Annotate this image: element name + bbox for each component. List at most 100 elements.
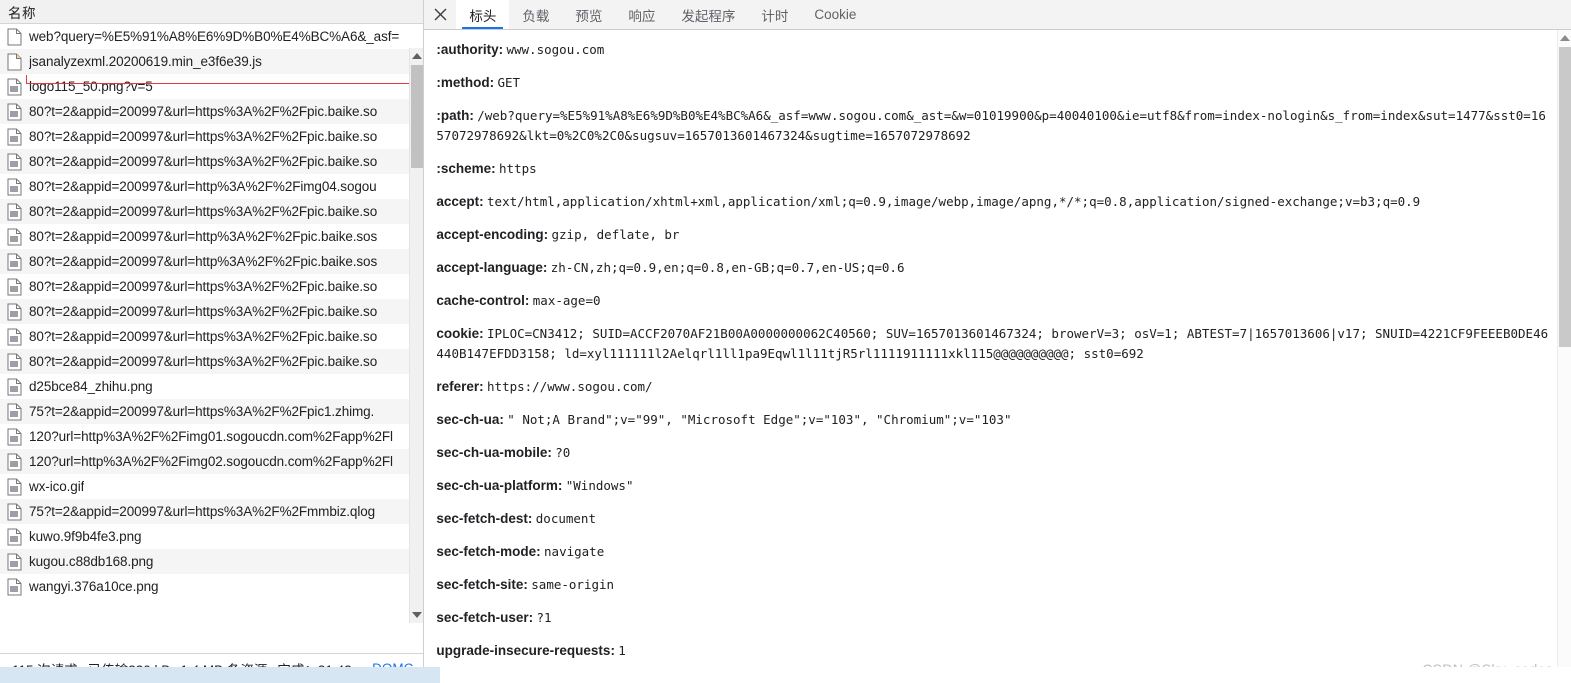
header-row[interactable]: upgrade-insecure-requests: 1 [436, 641, 1549, 661]
tab-label: 预览 [575, 8, 603, 24]
request-list-item[interactable]: jsanalyzexml.20200619.min_e3f6e39.js [0, 49, 424, 74]
request-list-item[interactable]: logo115_50.png?v=5 [0, 74, 424, 99]
request-headers-list[interactable]: :authority: www.sogou.com :method: GET :pa… [424, 30, 1571, 683]
request-list-item[interactable]: d25bce84_zhihu.png [0, 374, 424, 399]
headers-scrollbar[interactable] [1557, 30, 1571, 683]
header-value: zh-CN,zh;q=0.9,en;q=0.8,en-GB;q=0.7,en-U… [550, 260, 905, 275]
tab-label: 负载 [522, 8, 550, 24]
header-value: gzip, deflate, br [551, 227, 680, 242]
header-value: GET [497, 75, 521, 90]
header-row[interactable]: accept: text/html,application/xhtml+xml,… [436, 192, 1549, 212]
header-value: ?0 [555, 445, 571, 460]
request-name: 80?t=2&appid=200997&url=https%3A%2F%2Fpi… [29, 204, 378, 219]
header-name: accept-language: [436, 260, 548, 275]
image-file-icon [7, 403, 23, 421]
header-row[interactable]: sec-fetch-site: same-origin [436, 575, 1549, 595]
header-name: :authority: [436, 42, 504, 57]
header-row[interactable]: accept-language: zh-CN,zh;q=0.9,en;q=0.8… [436, 258, 1549, 278]
request-list-item[interactable]: 80?t=2&appid=200997&url=https%3A%2F%2Fpi… [0, 124, 424, 149]
header-value: ?1 [536, 610, 552, 625]
request-name: 80?t=2&appid=200997&url=https%3A%2F%2Fpi… [29, 329, 378, 344]
request-list-item[interactable]: 75?t=2&appid=200997&url=https%3A%2F%2Fpi… [0, 399, 424, 424]
header-row[interactable]: sec-fetch-user: ?1 [436, 608, 1549, 628]
header-row[interactable]: :method: GET [436, 73, 1549, 93]
header-row[interactable]: sec-ch-ua: " Not;A Brand";v="99", "Micro… [436, 410, 1549, 430]
header-name: sec-ch-ua-mobile: [436, 445, 552, 460]
request-list-scroll-area[interactable]: web?query=%E5%91%A8%E6%9D%B0%E4%BC%A6&_a… [0, 24, 424, 653]
tab-4[interactable]: 发起程序 [668, 0, 748, 29]
tab-1[interactable]: 负载 [509, 0, 562, 29]
request-name: 75?t=2&appid=200997&url=https%3A%2F%2Fmm… [29, 504, 376, 519]
request-list-item[interactable]: wx-ico.gif [0, 474, 424, 499]
scroll-down-arrow-icon[interactable] [410, 607, 423, 623]
request-list-item[interactable]: 80?t=2&appid=200997&url=https%3A%2F%2Fpi… [0, 349, 424, 374]
header-row[interactable]: sec-ch-ua-mobile: ?0 [436, 443, 1549, 463]
header-value: max-age=0 [532, 293, 601, 308]
header-row[interactable]: :authority: www.sogou.com [436, 40, 1549, 60]
detail-tabs: 标头 负载 预览 响应 发起程序 计时 Cookie [456, 0, 869, 29]
image-file-icon [7, 328, 23, 346]
image-file-icon [7, 153, 23, 171]
image-file-icon [7, 303, 23, 321]
request-list-item[interactable]: 80?t=2&appid=200997&url=https%3A%2F%2Fpi… [0, 99, 424, 124]
request-list-item[interactable]: 80?t=2&appid=200997&url=https%3A%2F%2Fpi… [0, 324, 424, 349]
header-row[interactable]: cookie: IPLOC=CN3412; SUID=ACCF2070AF21B… [436, 324, 1549, 364]
header-row[interactable]: sec-fetch-dest: document [436, 509, 1549, 529]
header-row[interactable]: :scheme: https [436, 159, 1549, 179]
header-row[interactable]: referer: https://www.sogou.com/ [436, 377, 1549, 397]
header-row[interactable]: cache-control: max-age=0 [436, 291, 1549, 311]
request-list-item[interactable]: 75?t=2&appid=200997&url=https%3A%2F%2Fmm… [0, 499, 424, 524]
scroll-up-arrow-icon[interactable] [410, 48, 423, 64]
request-list-item[interactable]: 80?t=2&appid=200997&url=https%3A%2F%2Fpi… [0, 299, 424, 324]
request-name: 120?url=http%3A%2F%2Fimg01.sogoucdn.com%… [29, 429, 393, 444]
headers-scroll-up-arrow-icon[interactable] [1558, 30, 1571, 46]
request-name: web?query=%E5%91%A8%E6%9D%B0%E4%BC%A6&_a… [29, 29, 400, 44]
request-list-item[interactable]: 80?t=2&appid=200997&url=https%3A%2F%2Fpi… [0, 199, 424, 224]
tab-0[interactable]: 标头 [456, 0, 510, 29]
close-icon[interactable] [424, 0, 456, 29]
request-list-item[interactable]: 80?t=2&appid=200997&url=https%3A%2F%2Fpi… [0, 149, 424, 174]
request-list-column-header: 名称 [0, 0, 424, 24]
header-row[interactable]: sec-ch-ua-platform: "Windows" [436, 476, 1549, 496]
request-list-item[interactable]: kugou.c88db168.png [0, 549, 424, 574]
tab-label: 计时 [761, 8, 789, 24]
request-list-item[interactable]: kuwo.9f9b4fe3.png [0, 524, 424, 549]
request-list-item[interactable]: 120?url=http%3A%2F%2Fimg01.sogoucdn.com%… [0, 424, 424, 449]
request-name: 75?t=2&appid=200997&url=https%3A%2F%2Fpi… [29, 404, 375, 419]
request-list-item[interactable]: 120?url=http%3A%2F%2Fimg02.sogoucdn.com%… [0, 449, 424, 474]
request-list-item[interactable]: web?query=%E5%91%A8%E6%9D%B0%E4%BC%A6&_a… [0, 24, 424, 49]
request-name: kuwo.9f9b4fe3.png [29, 529, 142, 544]
header-row[interactable]: accept-encoding: gzip, deflate, br [436, 225, 1549, 245]
request-list-item[interactable]: 80?t=2&appid=200997&url=http%3A%2F%2Fpic… [0, 249, 424, 274]
scrollbar-thumb[interactable] [411, 65, 424, 168]
tab-6[interactable]: Cookie [801, 0, 869, 29]
tab-2[interactable]: 预览 [562, 0, 615, 29]
image-file-icon [7, 503, 23, 521]
header-row[interactable]: sec-fetch-mode: navigate [436, 542, 1549, 562]
header-value: IPLOC=CN3412; SUID=ACCF2070AF21B00A00000… [436, 326, 1549, 361]
request-list-scrollbar[interactable] [409, 48, 424, 623]
request-list-item[interactable]: 80?t=2&appid=200997&url=http%3A%2F%2Fimg… [0, 174, 424, 199]
headers-scrollbar-thumb[interactable] [1559, 47, 1571, 347]
image-file-icon [7, 553, 23, 571]
image-file-icon [7, 378, 23, 396]
tab-3[interactable]: 响应 [615, 0, 668, 29]
header-name: accept: [436, 194, 484, 209]
image-file-icon [7, 253, 23, 271]
request-list: web?query=%E5%91%A8%E6%9D%B0%E4%BC%A6&_a… [0, 24, 424, 653]
tab-label: 标头 [469, 8, 497, 24]
request-list-item[interactable]: wangyi.376a10ce.png [0, 574, 424, 599]
request-name: d25bce84_zhihu.png [29, 379, 153, 394]
request-name: logo115_50.png?v=5 [29, 79, 153, 94]
header-name: sec-fetch-dest: [436, 511, 533, 526]
header-row[interactable]: :path: /web?query=%E5%91%A8%E6%9D%B0%E4%… [436, 106, 1549, 146]
request-name: 80?t=2&appid=200997&url=https%3A%2F%2Fpi… [29, 354, 378, 369]
image-file-icon [7, 578, 23, 596]
request-list-item[interactable]: 80?t=2&appid=200997&url=http%3A%2F%2Fpic… [0, 224, 424, 249]
request-name: 80?t=2&appid=200997&url=http%3A%2F%2Fpic… [29, 229, 378, 244]
request-name: 80?t=2&appid=200997&url=http%3A%2F%2Fpic… [29, 254, 378, 269]
tab-5[interactable]: 计时 [748, 0, 801, 29]
header-value: https [499, 161, 537, 176]
request-list-item[interactable]: 80?t=2&appid=200997&url=https%3A%2F%2Fpi… [0, 274, 424, 299]
header-value: " Not;A Brand";v="99", "Microsoft Edge";… [507, 412, 1012, 427]
